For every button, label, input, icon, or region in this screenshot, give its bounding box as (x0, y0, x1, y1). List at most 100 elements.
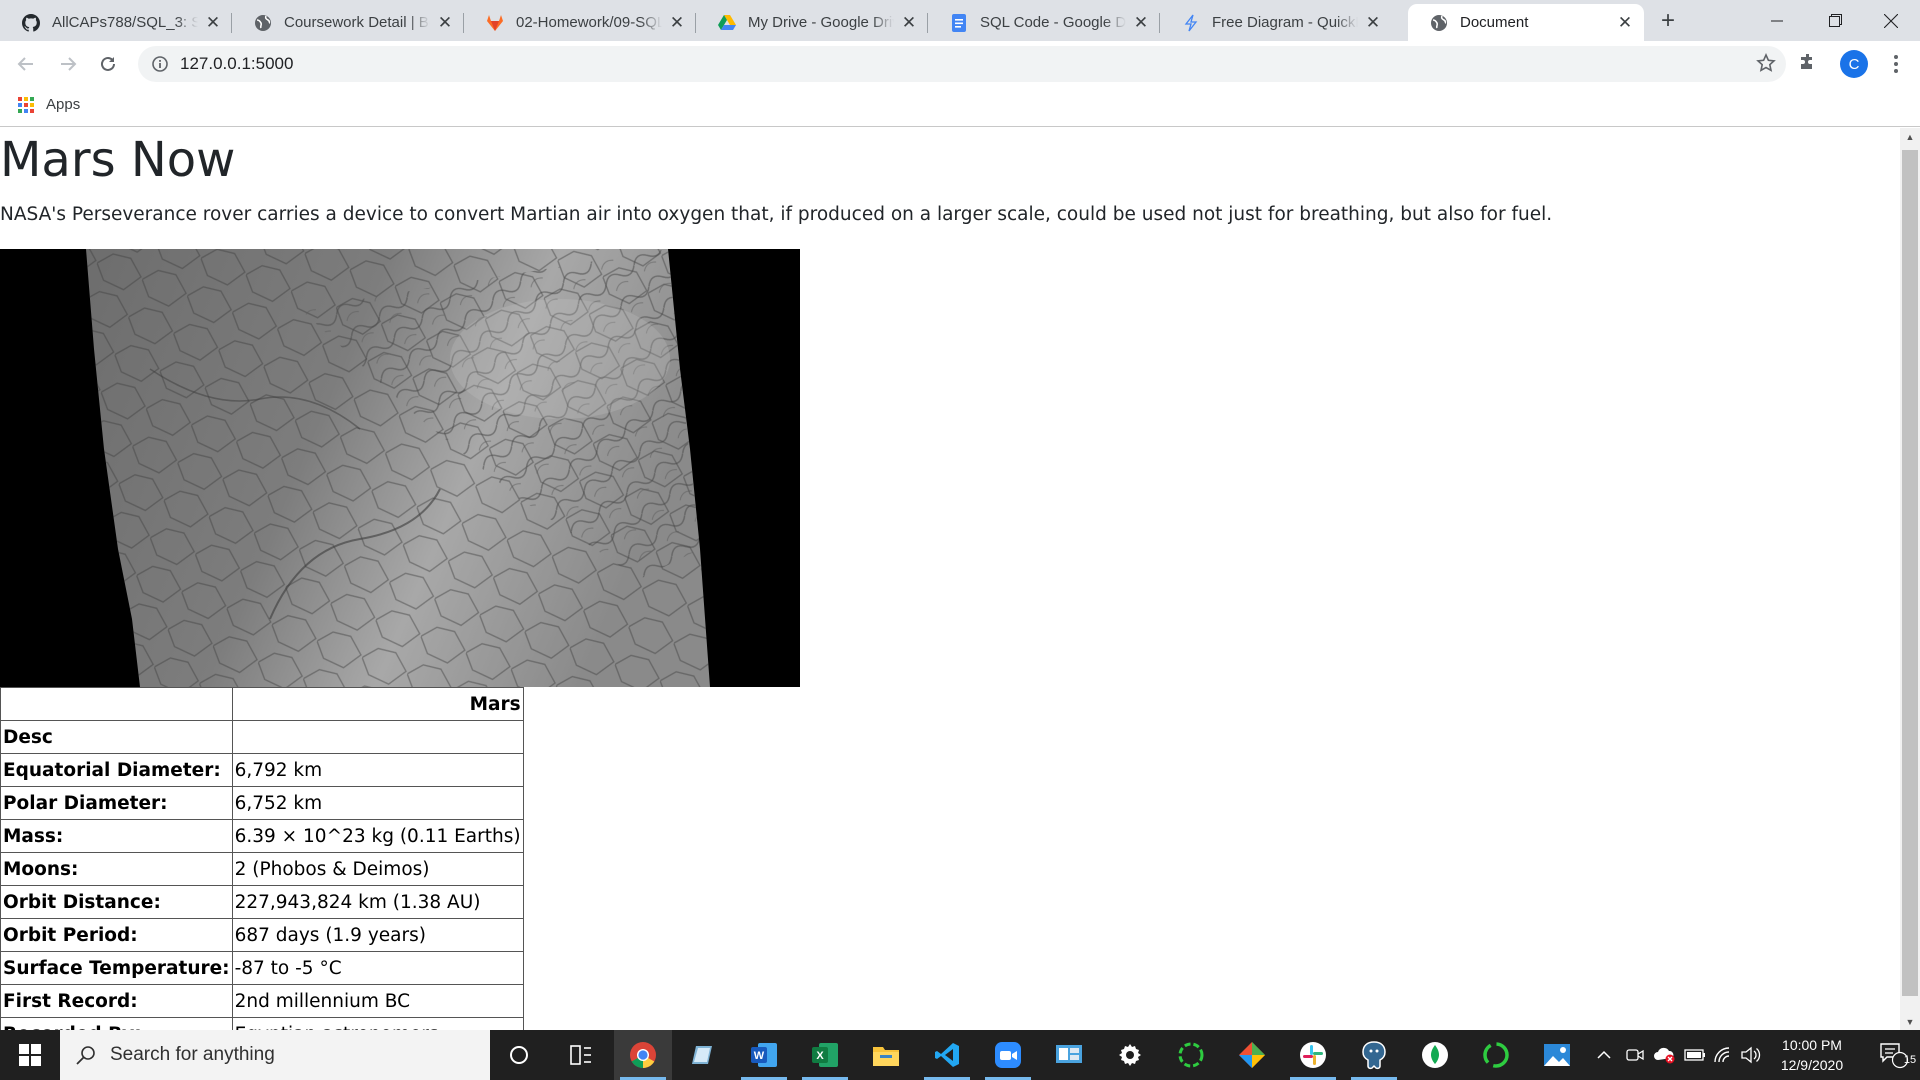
close-icon[interactable]: ✕ (900, 13, 918, 32)
fact-value: -87 to -5 °C (231, 951, 524, 985)
fact-value: 6,752 km (231, 786, 524, 820)
meet-now-icon[interactable] (1622, 1030, 1648, 1080)
close-window-icon (1884, 13, 1898, 28)
close-window-button[interactable] (1862, 0, 1920, 41)
close-icon[interactable]: ✕ (668, 13, 686, 32)
gitlab-icon (486, 14, 504, 32)
minimize-button[interactable] (1748, 0, 1806, 41)
control-panel-icon[interactable] (1040, 1030, 1098, 1080)
github-icon (22, 13, 40, 32)
close-icon[interactable]: ✕ (1616, 13, 1634, 32)
table-row: Mass: 6.39 × 10^23 kg (0.11 Earths) (0, 819, 524, 853)
apps-shortcut[interactable]: Apps (18, 96, 80, 113)
fact-label: Orbit Period: (0, 918, 233, 952)
git-icon[interactable] (1223, 1030, 1281, 1080)
green-loader-app-icon[interactable] (1467, 1030, 1525, 1080)
tab-google-drive[interactable]: My Drive - Google Drive ✕ (696, 4, 928, 41)
fact-value: Egyptian astronomers (231, 1017, 524, 1030)
fact-value: 227,943,824 km (1.38 AU) (231, 885, 524, 919)
scroll-up-arrow-icon[interactable]: ▲ (1900, 128, 1920, 145)
fact-label: Recorded By: (0, 1017, 233, 1030)
volume-icon[interactable] (1738, 1030, 1764, 1080)
fact-label: Moons: (0, 852, 233, 886)
info-icon[interactable] (152, 56, 168, 72)
google-drive-icon (718, 14, 736, 32)
back-button[interactable] (10, 48, 42, 80)
tab-coursework[interactable]: Coursework Detail | Bootcamp ✕ (232, 4, 464, 41)
fact-value (231, 720, 524, 754)
tab-title: My Drive - Google Drive (748, 14, 894, 31)
battery-icon[interactable] (1682, 1030, 1708, 1080)
tab-title: Coursework Detail | Bootcamp (284, 14, 430, 31)
tab-google-docs[interactable]: SQL Code - Google Docs ✕ (928, 4, 1160, 41)
postgresql-icon[interactable] (1345, 1030, 1403, 1080)
tab-document[interactable]: Document ✕ (1408, 4, 1644, 41)
close-icon[interactable]: ✕ (1132, 13, 1150, 32)
fact-label: Equatorial Diameter: (0, 753, 233, 787)
url-text[interactable]: 127.0.0.1:5000 (180, 54, 293, 74)
fact-label: Polar Diameter: (0, 786, 233, 820)
green-circle-app-icon[interactable] (1162, 1030, 1220, 1080)
slack-icon[interactable] (1284, 1030, 1342, 1080)
mars-facts-table: Mars Desc Equatorial Diameter: 6,792 km … (0, 687, 524, 1030)
minimize-icon (1771, 20, 1783, 21)
apps-grid-icon (18, 96, 34, 113)
page-viewport: Mars Now NASA's Perseverance rover carri… (0, 128, 1900, 1030)
table-row: Equatorial Diameter: 6,792 km (0, 753, 524, 787)
taskbar-search-box[interactable]: Search for anything (60, 1030, 490, 1080)
vertical-scrollbar[interactable]: ▲ ▼ (1900, 128, 1920, 1030)
word-icon[interactable]: W (735, 1030, 793, 1080)
mars-featured-image (0, 249, 800, 687)
mongodb-icon[interactable] (1406, 1030, 1464, 1080)
action-center-button[interactable]: 15 (1868, 1030, 1920, 1080)
tab-github[interactable]: AllCAPs788/SQL_3: SQL ✕ (0, 4, 232, 41)
wifi-icon[interactable] (1710, 1030, 1736, 1080)
chrome-icon[interactable] (614, 1030, 672, 1080)
tab-gitlab[interactable]: 02-Homework/09-SQL ✕ (464, 4, 696, 41)
file-explorer-icon[interactable] (857, 1030, 915, 1080)
table-row: Polar Diameter: 6,752 km (0, 786, 524, 820)
scroll-thumb[interactable] (1902, 150, 1918, 996)
fact-label: Mass: (0, 819, 233, 853)
zoom-icon[interactable] (979, 1030, 1037, 1080)
apps-label: Apps (46, 96, 81, 113)
table-header-row: Mars (0, 687, 524, 721)
forward-button[interactable] (52, 48, 84, 80)
tab-title: Free Diagram - QuickDBD (1212, 14, 1358, 31)
table-row: First Record: 2nd millennium BC (0, 984, 524, 1018)
photos-icon[interactable] (1528, 1030, 1586, 1080)
cortana-icon[interactable] (490, 1030, 548, 1080)
table-header-cell (0, 687, 233, 721)
task-view-icon[interactable] (552, 1030, 610, 1080)
onedrive-error-icon[interactable] (1650, 1030, 1680, 1080)
tab-title: SQL Code - Google Docs (980, 14, 1126, 31)
restore-button[interactable] (1806, 0, 1864, 41)
new-tab-button[interactable]: + (1655, 6, 1681, 36)
profile-avatar[interactable]: C (1840, 50, 1868, 78)
svg-text:X: X (816, 1050, 824, 1062)
more-menu-icon[interactable] (1882, 50, 1910, 78)
reload-button[interactable] (92, 48, 124, 80)
scroll-down-arrow-icon[interactable]: ▼ (1900, 1013, 1920, 1030)
fact-label: Surface Temperature: (0, 951, 233, 985)
close-icon[interactable]: ✕ (1364, 13, 1382, 32)
excel-icon[interactable]: X (796, 1030, 854, 1080)
bookmark-star-icon[interactable] (1756, 53, 1776, 78)
vscode-icon[interactable] (918, 1030, 976, 1080)
notepad-icon[interactable] (674, 1030, 732, 1080)
settings-icon[interactable] (1101, 1030, 1159, 1080)
taskbar-clock[interactable]: 10:00 PM 12/9/2020 (1764, 1035, 1860, 1075)
fact-value: 6,792 km (231, 753, 524, 787)
tab-quickdbd[interactable]: Free Diagram - QuickDBD ✕ (1160, 4, 1392, 41)
restore-icon (1828, 14, 1842, 27)
close-icon[interactable]: ✕ (204, 13, 222, 32)
close-icon[interactable]: ✕ (436, 13, 454, 32)
tab-strip: AllCAPs788/SQL_3: SQL ✕ Coursework Detai… (0, 0, 1920, 41)
clock-time: 10:00 PM (1782, 1037, 1842, 1053)
show-hidden-icons-chevron-icon[interactable] (1592, 1030, 1616, 1080)
extensions-icon[interactable] (1798, 52, 1818, 77)
fact-value: 2 (Phobos & Deimos) (231, 852, 524, 886)
start-button[interactable] (0, 1030, 60, 1080)
address-bar[interactable]: 127.0.0.1:5000 (138, 46, 1786, 82)
tab-title: 02-Homework/09-SQL (516, 14, 662, 31)
